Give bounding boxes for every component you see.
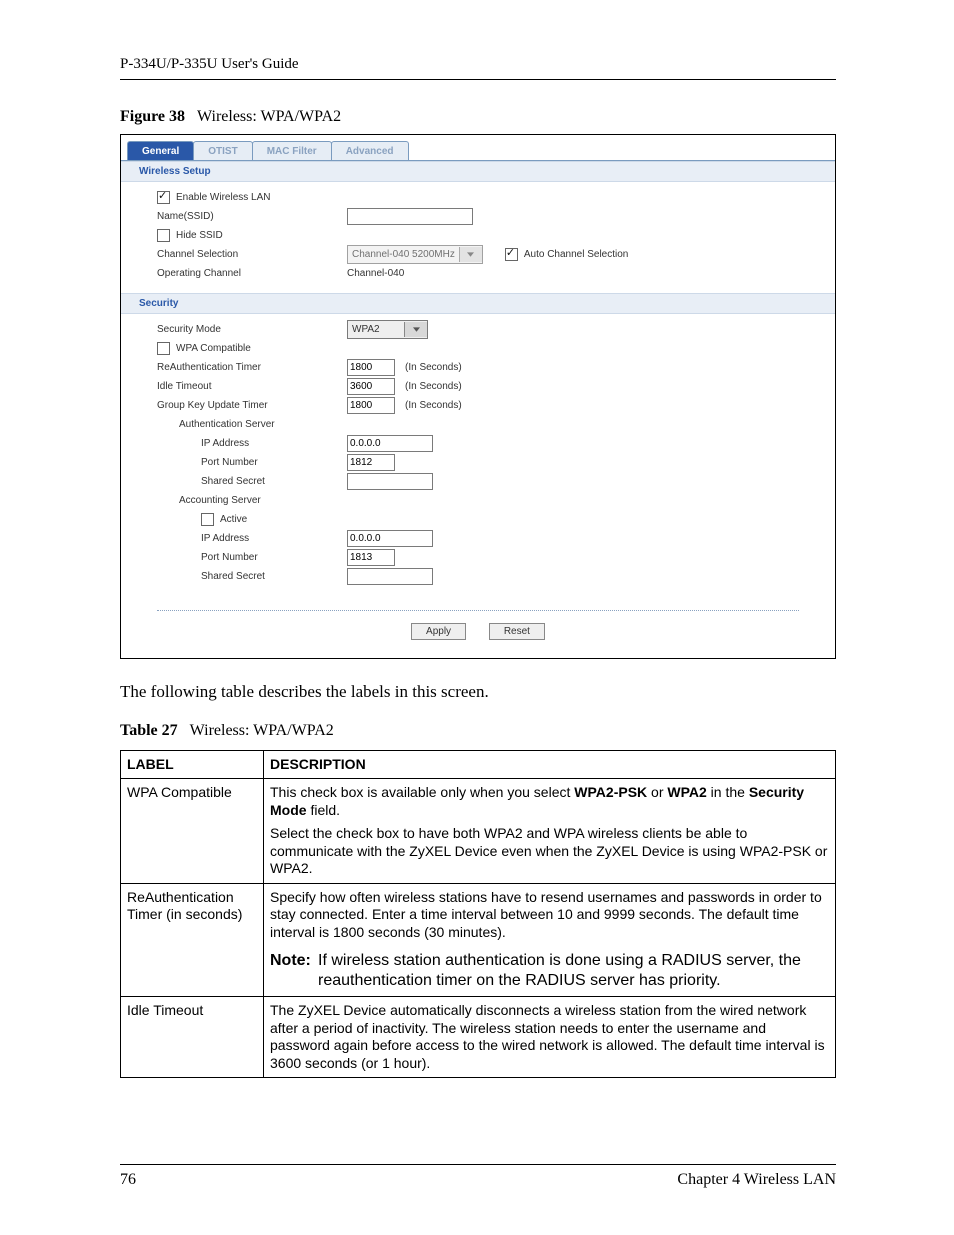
label-acct-server: Accounting Server bbox=[157, 495, 347, 506]
intro-paragraph: The following table describes the labels… bbox=[120, 681, 836, 704]
th-description: DESCRIPTION bbox=[264, 750, 836, 779]
label-channel-selection: Channel Selection bbox=[157, 249, 347, 260]
input-acct-ip[interactable] bbox=[347, 530, 433, 547]
input-auth-ip[interactable] bbox=[347, 435, 433, 452]
apply-button[interactable]: Apply bbox=[411, 623, 466, 640]
figure-label: Figure 38 bbox=[120, 108, 185, 125]
footer-rule bbox=[120, 1164, 836, 1165]
cell-desc: The ZyXEL Device automatically disconnec… bbox=[264, 997, 836, 1078]
reset-button[interactable]: Reset bbox=[489, 623, 545, 640]
section-wireless-setup: Wireless Setup bbox=[121, 161, 835, 182]
tab-bar: General OTIST MAC Filter Advanced bbox=[121, 135, 835, 161]
cell-label: ReAuthentication Timer (in seconds) bbox=[121, 883, 264, 997]
input-acct-port[interactable] bbox=[347, 549, 395, 566]
table-title: Wireless: WPA/WPA2 bbox=[190, 722, 334, 739]
label-auth-secret: Shared Secret bbox=[157, 476, 347, 487]
select-security-mode[interactable]: WPA2 bbox=[347, 320, 428, 339]
section-security: Security bbox=[121, 293, 835, 314]
label-hide-ssid: Hide SSID bbox=[176, 230, 223, 241]
tab-mac-filter[interactable]: MAC Filter bbox=[252, 141, 332, 160]
label-wpa-compatible: WPA Compatible bbox=[176, 343, 251, 354]
table-row: WPA Compatible This check box is availab… bbox=[121, 779, 836, 884]
label-reauth-timer: ReAuthentication Timer bbox=[157, 362, 347, 373]
header-rule bbox=[120, 79, 836, 80]
checkbox-auto-channel[interactable] bbox=[505, 248, 518, 261]
label-auth-port: Port Number bbox=[157, 457, 347, 468]
table-label: Table 27 bbox=[120, 722, 178, 739]
tab-general[interactable]: General bbox=[127, 141, 194, 160]
label-operating-channel: Operating Channel bbox=[157, 268, 347, 279]
chevron-down-icon bbox=[404, 322, 427, 337]
table-caption: Table 27 Wireless: WPA/WPA2 bbox=[120, 722, 836, 740]
cell-label: WPA Compatible bbox=[121, 779, 264, 884]
label-acct-secret: Shared Secret bbox=[157, 571, 347, 582]
screenshot-panel: General OTIST MAC Filter Advanced Wirele… bbox=[120, 134, 836, 659]
label-ssid: Name(SSID) bbox=[157, 211, 347, 222]
input-idle-timeout[interactable] bbox=[347, 378, 395, 395]
table-header-row: LABEL DESCRIPTION bbox=[121, 750, 836, 779]
page-footer: 76 Chapter 4 Wireless LAN bbox=[120, 1164, 836, 1189]
label-enable-wlan: Enable Wireless LAN bbox=[176, 192, 270, 203]
cell-desc: This check box is available only when yo… bbox=[264, 779, 836, 884]
checkbox-enable-wlan[interactable] bbox=[157, 191, 170, 204]
label-acct-ip: IP Address bbox=[157, 533, 347, 544]
input-acct-secret[interactable] bbox=[347, 568, 433, 585]
table-row: Idle Timeout The ZyXEL Device automatica… bbox=[121, 997, 836, 1078]
label-idle-timeout: Idle Timeout bbox=[157, 381, 347, 392]
input-group-key-timer[interactable] bbox=[347, 397, 395, 414]
chevron-down-icon bbox=[459, 247, 482, 262]
cell-desc: Specify how often wireless stations have… bbox=[264, 883, 836, 997]
description-table: LABEL DESCRIPTION WPA Compatible This ch… bbox=[120, 750, 836, 1079]
note-block: Note: If wireless station authentication… bbox=[270, 951, 829, 991]
checkbox-wpa-compatible[interactable] bbox=[157, 342, 170, 355]
input-ssid[interactable] bbox=[347, 208, 473, 225]
input-reauth-timer[interactable] bbox=[347, 359, 395, 376]
checkbox-hide-ssid[interactable] bbox=[157, 229, 170, 242]
input-auth-port[interactable] bbox=[347, 454, 395, 471]
note-text: If wireless station authentication is do… bbox=[318, 951, 829, 991]
label-auto-channel: Auto Channel Selection bbox=[524, 249, 629, 260]
label-acct-active: Active bbox=[220, 514, 247, 525]
cell-label: Idle Timeout bbox=[121, 997, 264, 1078]
table-row: ReAuthentication Timer (in seconds) Spec… bbox=[121, 883, 836, 997]
label-security-mode: Security Mode bbox=[157, 324, 347, 335]
select-channel[interactable]: Channel-040 5200MHz bbox=[347, 245, 483, 264]
tab-otist[interactable]: OTIST bbox=[193, 141, 252, 160]
select-channel-value: Channel-040 5200MHz bbox=[348, 249, 459, 260]
figure-caption: Figure 38 Wireless: WPA/WPA2 bbox=[120, 108, 836, 126]
checkbox-acct-active[interactable] bbox=[201, 513, 214, 526]
label-auth-server: Authentication Server bbox=[157, 419, 347, 430]
select-security-mode-value: WPA2 bbox=[348, 324, 404, 335]
label-group-key-timer: Group Key Update Timer bbox=[157, 400, 347, 411]
input-auth-secret[interactable] bbox=[347, 473, 433, 490]
value-operating-channel: Channel-040 bbox=[347, 268, 404, 279]
unit-seconds: (In Seconds) bbox=[405, 362, 462, 373]
chapter-label: Chapter 4 Wireless LAN bbox=[677, 1171, 836, 1189]
tab-advanced[interactable]: Advanced bbox=[331, 141, 409, 160]
note-label: Note: bbox=[270, 951, 318, 991]
button-bar: Apply Reset bbox=[157, 610, 799, 658]
unit-seconds: (In Seconds) bbox=[405, 381, 462, 392]
figure-title: Wireless: WPA/WPA2 bbox=[197, 108, 341, 125]
label-auth-ip: IP Address bbox=[157, 438, 347, 449]
page-number: 76 bbox=[120, 1171, 136, 1189]
unit-seconds: (In Seconds) bbox=[405, 400, 462, 411]
running-header: P-334U/P-335U User's Guide bbox=[120, 56, 836, 73]
label-acct-port: Port Number bbox=[157, 552, 347, 563]
th-label: LABEL bbox=[121, 750, 264, 779]
